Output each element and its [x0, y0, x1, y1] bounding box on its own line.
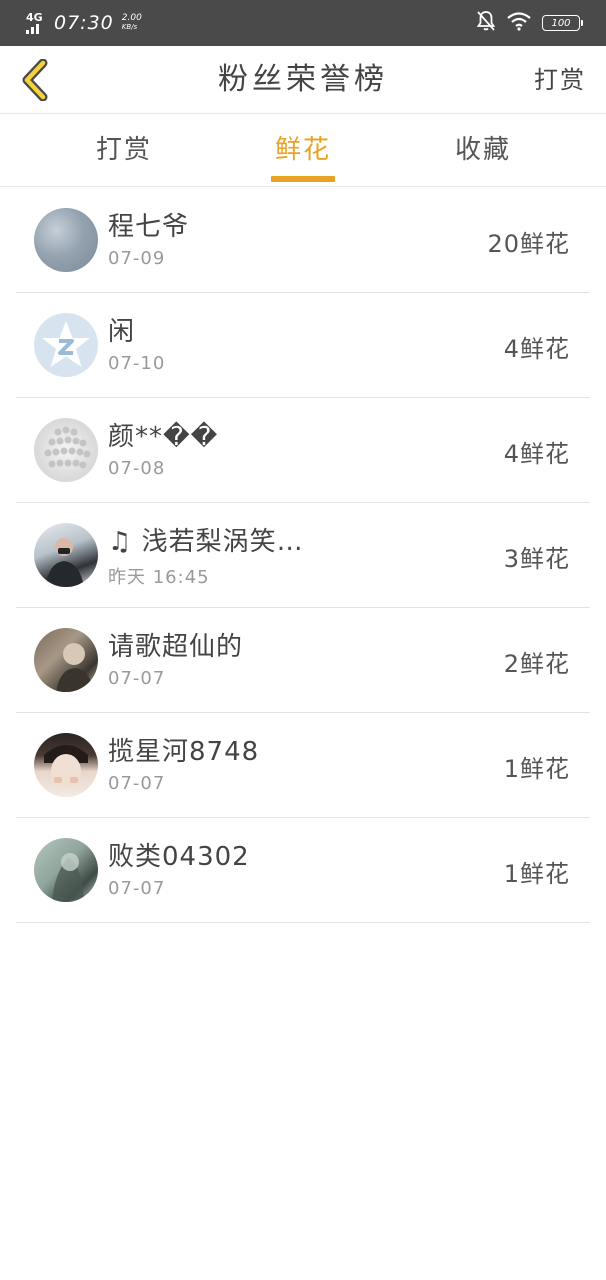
wifi-icon [506, 11, 532, 35]
network-speed: 2.00 KB/s [122, 14, 142, 32]
fan-date: 07-07 [108, 668, 166, 689]
flower-count: 3鲜花 [503, 545, 570, 573]
fan-date: 07-07 [108, 878, 166, 899]
avatar [34, 733, 98, 797]
network-type: 4G [26, 11, 43, 24]
fan-date: 07-07 [108, 773, 166, 794]
list-item[interactable]: 揽星河8748 07-07 1鲜花 [16, 713, 590, 818]
avatar [34, 418, 98, 482]
star-icon [42, 321, 90, 367]
notifications-off-icon [476, 10, 496, 36]
reward-button[interactable]: 打赏 [534, 46, 586, 114]
flower-count: 4鲜花 [503, 335, 570, 363]
list-item[interactable]: 程七爷 07-09 20鲜花 [16, 188, 590, 293]
tab-reward[interactable]: 打赏 [64, 114, 184, 187]
app-header: 粉丝荣誉榜 打赏 [0, 46, 606, 114]
avatar [34, 838, 98, 902]
list-item[interactable]: 请歌超仙的 07-07 2鲜花 [16, 608, 590, 713]
battery-icon: 100 [542, 15, 583, 31]
list-item[interactable]: 败类04302 07-07 1鲜花 [16, 818, 590, 923]
battery-level: 100 [551, 17, 571, 29]
fan-name: 闲 [108, 317, 136, 347]
flower-count: 1鲜花 [503, 860, 570, 888]
fan-name: 揽星河8748 [108, 737, 260, 767]
flower-count: 1鲜花 [503, 755, 570, 783]
flower-count: 20鲜花 [487, 230, 570, 258]
fan-name: 败类04302 [108, 842, 250, 872]
fan-date: 昨天 16:45 [108, 567, 210, 588]
status-bar: 4G 07:30 2.00 KB/s 100 [0, 0, 606, 46]
avatar [34, 628, 98, 692]
list-item[interactable]: 颜**�� 07-08 4鲜花 [16, 398, 590, 503]
fan-date: 07-09 [108, 248, 166, 269]
tab-favorites[interactable]: 收藏 [423, 114, 543, 187]
list-item[interactable]: 闲 07-10 4鲜花 [16, 293, 590, 398]
avatar [34, 523, 98, 587]
fan-name: 程七爷 [108, 212, 190, 242]
fan-date: 07-10 [108, 353, 166, 374]
fan-name: 请歌超仙的 [108, 632, 244, 662]
page-title: 粉丝荣誉榜 [218, 62, 388, 97]
fan-name: ♫ 浅若梨涡笑… [108, 527, 304, 557]
fan-ranking-list: 程七爷 07-09 20鲜花 闲 07-10 4鲜花 颜**�� 07-08 4… [16, 188, 590, 923]
flower-count: 2鲜花 [503, 650, 570, 678]
fan-name: 颜**�� [108, 422, 219, 452]
list-item[interactable]: ♫ 浅若梨涡笑… 昨天 16:45 3鲜花 [16, 503, 590, 608]
flower-count: 4鲜花 [503, 440, 570, 468]
fan-date: 07-08 [108, 458, 166, 479]
signal-icon: 4G [26, 11, 48, 35]
active-tab-indicator [271, 176, 335, 182]
avatar [34, 208, 98, 272]
speed-unit: KB/s [121, 23, 138, 31]
avatar [34, 313, 98, 377]
clock: 07:30 [54, 12, 114, 34]
speed-value: 2.00 [121, 13, 142, 23]
